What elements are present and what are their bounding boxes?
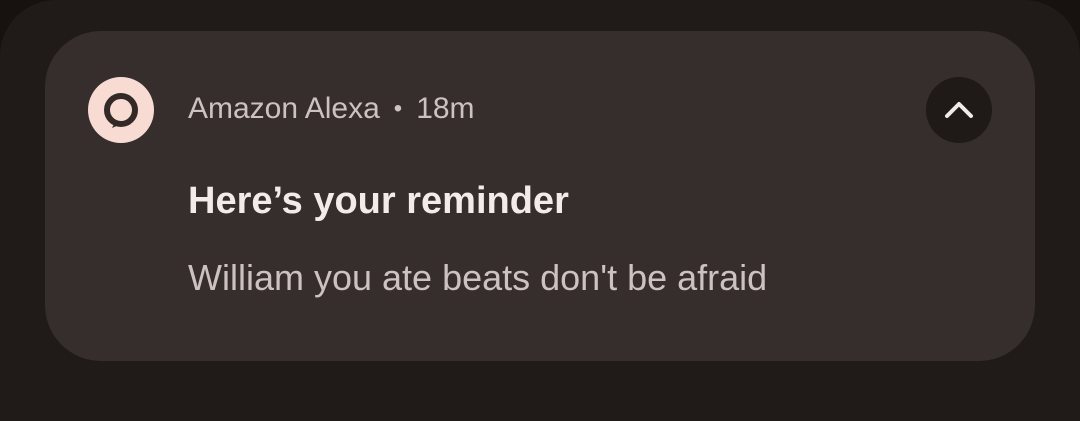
notification-header: Amazon Alexa • 18m [188, 89, 475, 129]
notification-text: William you ate beats don't be afraid [188, 257, 768, 298]
notification-title: Here’s your reminder [188, 180, 569, 222]
alexa-ring-icon [88, 77, 154, 143]
expand-collapse-button[interactable] [926, 77, 992, 143]
notification-card[interactable]: Amazon Alexa • 18m Here’s your reminder Wi… [45, 31, 1035, 361]
header-separator: • [393, 95, 403, 122]
app-name: Amazon Alexa [188, 92, 380, 125]
chevron-up-icon [945, 102, 973, 118]
notification-time: 18m [416, 92, 475, 125]
